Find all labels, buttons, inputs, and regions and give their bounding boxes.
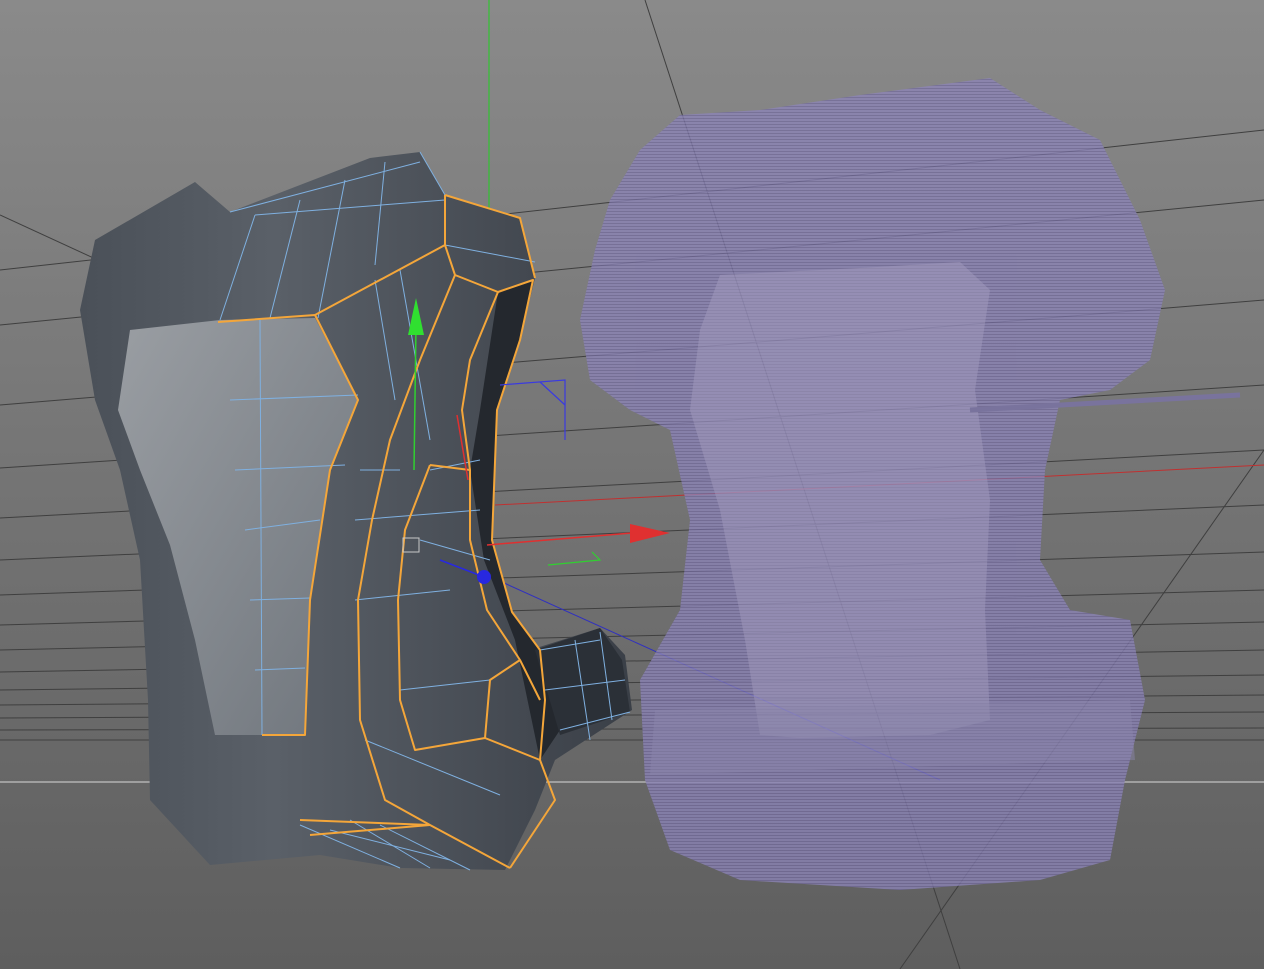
viewport-canvas[interactable] [0, 0, 1264, 969]
3d-viewport[interactable] [0, 0, 1264, 969]
